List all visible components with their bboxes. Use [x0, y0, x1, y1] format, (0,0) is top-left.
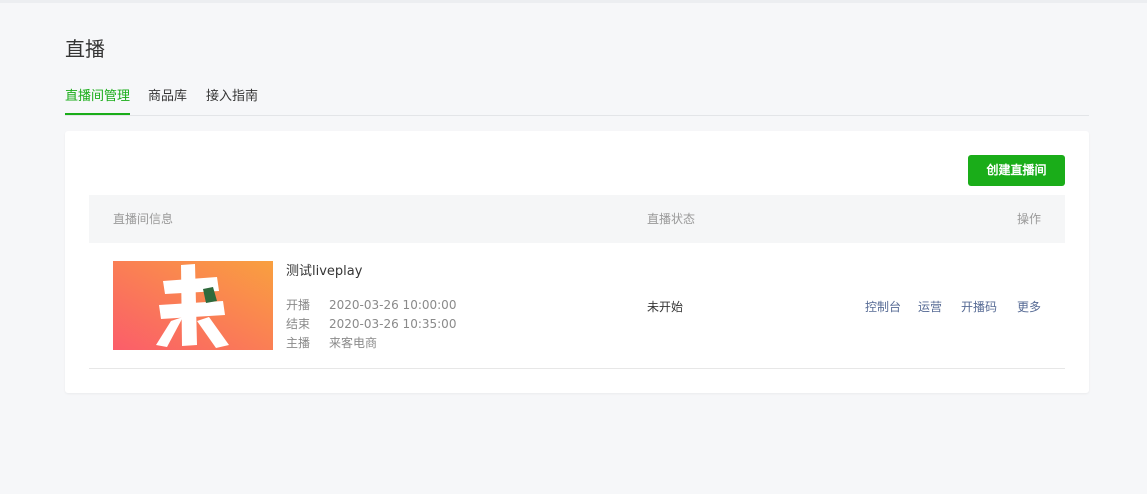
create-live-room-button[interactable]: 创建直播间	[968, 155, 1065, 186]
table-header: 直播间信息 直播状态 操作	[89, 195, 1065, 243]
live-room-name: 测试liveplay	[286, 264, 363, 279]
stream-code-link[interactable]: 开播码	[961, 298, 997, 315]
live-room-cover	[113, 261, 273, 350]
end-time-label: 结束	[286, 317, 311, 331]
column-header-status: 直播状态	[647, 212, 696, 226]
start-time-line: 开播 2020-03-26 10:00:00	[286, 297, 456, 313]
live-room-card: 创建直播间 直播间信息 直播状态 操作 测试liveplay 开播 2020-0…	[65, 131, 1089, 393]
end-time-line: 结束 2020-03-26 10:35:00	[286, 316, 456, 332]
tab-bar: 直播间管理 商品库 接入指南	[65, 86, 1089, 116]
page-title: 直播	[65, 37, 105, 61]
tab-product-library[interactable]: 商品库	[148, 86, 187, 114]
tab-integration-guide[interactable]: 接入指南	[206, 86, 258, 114]
more-link[interactable]: 更多	[1017, 298, 1041, 315]
operations-link[interactable]: 运营	[918, 298, 942, 315]
top-divider	[0, 0, 1147, 3]
anchor-line: 主播 来客电商	[286, 335, 377, 351]
anchor-label: 主播	[286, 336, 311, 350]
anchor-value: 来客电商	[329, 336, 378, 350]
end-time-value: 2020-03-26 10:35:00	[329, 317, 457, 331]
table-row: 测试liveplay 开播 2020-03-26 10:00:00 结束 2020-…	[89, 243, 1065, 369]
brand-logo-lai-icon	[113, 261, 273, 350]
live-status: 未开始	[647, 300, 684, 314]
tab-live-room-management[interactable]: 直播间管理	[65, 86, 131, 115]
console-link[interactable]: 控制台	[865, 298, 901, 315]
start-time-value: 2020-03-26 10:00:00	[329, 298, 457, 312]
start-time-label: 开播	[286, 298, 311, 312]
column-header-info: 直播间信息	[113, 212, 174, 226]
column-header-actions: 操作	[1016, 212, 1041, 226]
